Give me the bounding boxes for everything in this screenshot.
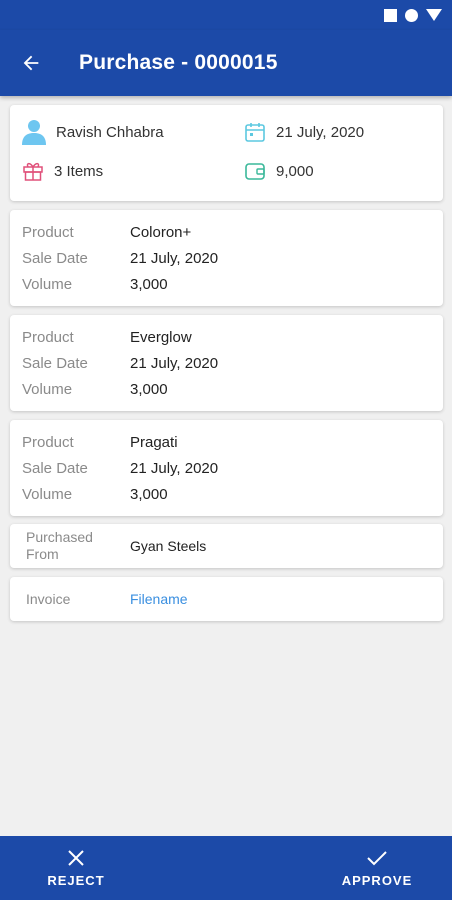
approve-button[interactable]: APPROVE bbox=[322, 836, 432, 900]
product-card: Product Pragati Sale Date 21 July, 2020 Vo… bbox=[10, 420, 443, 516]
app-bar: Purchase - 0000015 bbox=[0, 30, 452, 96]
reject-label: REJECT bbox=[47, 872, 105, 888]
date-info: 21 July, 2020 bbox=[244, 121, 364, 143]
person-icon bbox=[22, 120, 46, 145]
purchased-from-label-line1: Purchased bbox=[26, 529, 93, 545]
wallet-icon bbox=[245, 163, 265, 180]
total-amount: 9,000 bbox=[276, 162, 314, 180]
product-value: Coloron+ bbox=[130, 224, 192, 241]
purchased-from-label-line2: From bbox=[26, 546, 59, 562]
product-label: Product bbox=[22, 434, 74, 451]
invoice-card: Invoice Filename bbox=[10, 577, 443, 621]
volume-value: 3,000 bbox=[130, 381, 168, 398]
product-card: Product Everglow Sale Date 21 July, 2020 V… bbox=[10, 315, 443, 411]
circle-icon bbox=[405, 8, 418, 22]
sale-date-label: Sale Date bbox=[22, 355, 88, 372]
invoice-label: Invoice bbox=[26, 591, 71, 607]
product-label: Product bbox=[22, 329, 74, 346]
sale-date-value: 21 July, 2020 bbox=[130, 355, 219, 372]
volume-label: Volume bbox=[22, 276, 73, 293]
purchase-date: 21 July, 2020 bbox=[276, 123, 365, 141]
calendar-icon bbox=[245, 123, 265, 142]
page-title: Purchase - 0000015 bbox=[79, 51, 278, 74]
gift-icon bbox=[23, 162, 43, 181]
status-bar bbox=[0, 0, 452, 30]
approve-label: APPROVE bbox=[341, 872, 413, 888]
sale-date-value: 21 July, 2020 bbox=[130, 460, 219, 477]
back-button[interactable] bbox=[0, 30, 62, 96]
invoice-file-link[interactable]: Filename bbox=[130, 591, 188, 607]
product-card: Product Coloron+ Sale Date 21 July, 2020 V… bbox=[10, 210, 443, 306]
close-icon bbox=[68, 849, 84, 866]
sale-date-label: Sale Date bbox=[22, 250, 88, 267]
sale-date-value: 21 July, 2020 bbox=[130, 250, 219, 267]
volume-label: Volume bbox=[22, 486, 73, 503]
triangle-icon bbox=[426, 9, 442, 21]
product-value: Everglow bbox=[130, 329, 192, 346]
sale-date-label: Sale Date bbox=[22, 460, 88, 477]
items-info: 3 Items bbox=[22, 161, 103, 181]
product-label: Product bbox=[22, 224, 74, 241]
volume-label: Volume bbox=[22, 381, 73, 398]
square-icon bbox=[384, 8, 397, 22]
volume-value: 3,000 bbox=[130, 276, 168, 293]
arrow-left-icon bbox=[23, 55, 39, 71]
summary-card: Ravish Chhabra 21 July, 2020 3 Items 9,0… bbox=[10, 105, 443, 201]
volume-value: 3,000 bbox=[130, 486, 168, 503]
customer-info: Ravish Chhabra bbox=[22, 119, 164, 145]
purchased-from-label: Purchased From bbox=[26, 529, 93, 563]
purchased-from-card: Purchased From Gyan Steels bbox=[10, 524, 443, 568]
customer-name: Ravish Chhabra bbox=[56, 123, 164, 141]
product-value: Pragati bbox=[130, 434, 178, 451]
amount-info: 9,000 bbox=[244, 161, 314, 181]
reject-button[interactable]: REJECT bbox=[21, 836, 131, 900]
check-icon bbox=[367, 850, 387, 865]
items-count: 3 Items bbox=[54, 162, 104, 180]
bottom-action-bar: REJECT APPROVE bbox=[0, 836, 452, 900]
purchased-from-value: Gyan Steels bbox=[130, 538, 207, 554]
